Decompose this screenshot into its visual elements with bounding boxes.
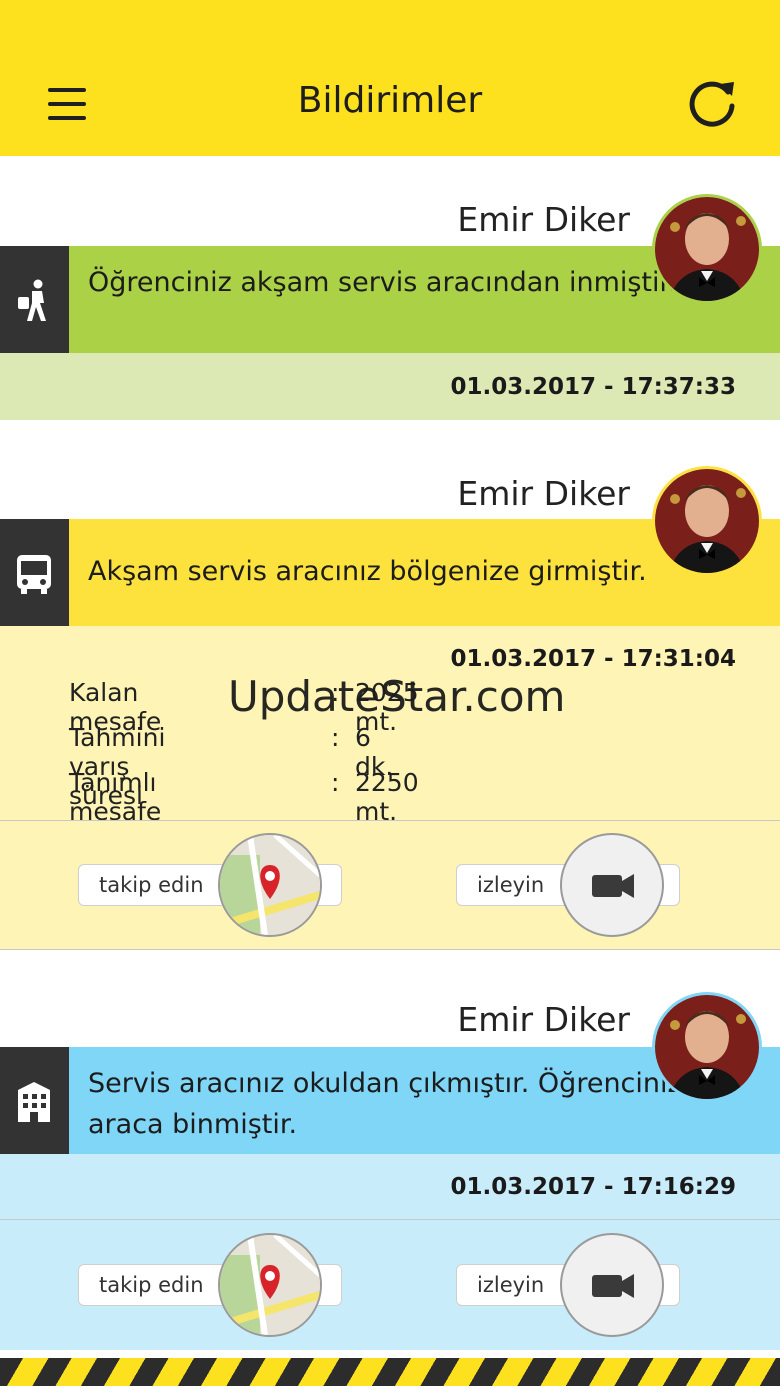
bus-icon-box [0,519,69,626]
message-text: Akşam servis aracınız bölgenize girmişti… [88,556,647,587]
divider [0,820,780,821]
video-camera-icon[interactable] [560,1233,664,1337]
page-title: Bildirimler [297,80,483,121]
notification-datetime: 01.03.2017 - 17:16:29 [450,1174,736,1200]
hazard-stripe-footer [0,1358,780,1386]
map-pin-icon[interactable] [218,833,322,937]
notification-card-3: Emir Diker Servis aracınız okuldan çıkmı… [0,950,780,1350]
student-name: Emir Diker [457,200,630,239]
date-band: 01.03.2017 - 17:16:29 takip edin izleyin [0,1154,780,1350]
notification-card-1: Emir Diker Öğrenciniz akşam servis aracı… [0,156,780,420]
watermark: UpdateStar.com [228,672,566,721]
building-icon-box [0,1047,69,1154]
message-text: Servis aracınız okuldan çıkmıştır. Öğren… [88,1068,682,1140]
notification-datetime: 01.03.2017 - 17:31:04 [450,646,736,672]
date-band: 01.03.2017 - 17:37:33 [0,353,780,420]
walking-student-icon [18,279,46,321]
notification-datetime: 01.03.2017 - 17:37:33 [450,374,736,400]
message-text: Öğrenciniz akşam servis aracından inmişt… [88,267,677,298]
bus-icon [17,555,51,594]
building-icon [18,1082,50,1122]
student-avatar [652,992,762,1102]
student-name: Emir Diker [457,474,630,513]
video-camera-icon[interactable] [560,833,664,937]
app-header: Bildirimler [0,0,780,156]
refresh-icon[interactable] [684,76,740,132]
map-pin-icon[interactable] [218,1233,322,1337]
student-avatar [652,194,762,304]
walking-student-icon-box [0,246,69,353]
student-name: Emir Diker [457,1000,630,1039]
divider [0,1219,780,1220]
student-avatar [652,466,762,576]
